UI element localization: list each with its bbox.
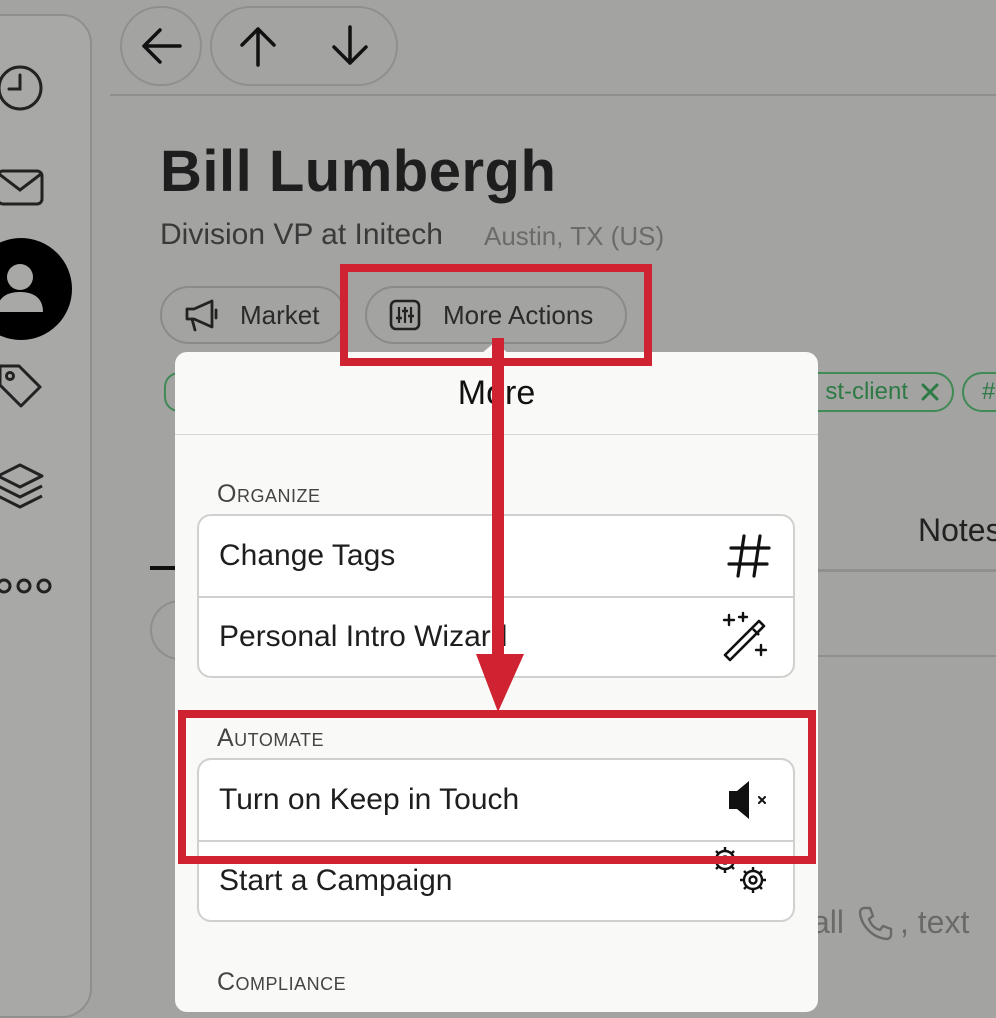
hash-icon bbox=[727, 533, 771, 579]
person-icon bbox=[0, 258, 52, 318]
record-navigation bbox=[210, 6, 398, 86]
start-campaign-label: Start a Campaign bbox=[219, 864, 453, 897]
tab-divider bbox=[800, 569, 996, 572]
contact-location: Austin, TX (US) bbox=[484, 221, 665, 251]
megaphone-icon bbox=[184, 298, 220, 332]
hint-text: , text bbox=[900, 904, 970, 940]
back-button[interactable] bbox=[120, 6, 202, 86]
tab-notes[interactable]: Notes bbox=[918, 512, 996, 549]
input-divider bbox=[800, 655, 996, 657]
magic-wand-icon bbox=[719, 611, 771, 663]
gears-icon bbox=[709, 847, 771, 896]
personal-intro-wizard-label: Personal Intro Wizard bbox=[219, 620, 508, 653]
market-label: Market bbox=[240, 299, 320, 330]
tag-chip[interactable]: # bbox=[962, 372, 996, 412]
header-divider bbox=[110, 94, 996, 96]
change-tags-label: Change Tags bbox=[219, 539, 396, 572]
arrow-down-icon[interactable] bbox=[330, 23, 370, 69]
phone-icon bbox=[856, 904, 894, 942]
contact-title: Division VP at Initech bbox=[160, 218, 443, 251]
tag-icon[interactable] bbox=[0, 356, 52, 416]
arrow-left-icon bbox=[138, 26, 184, 66]
layers-icon[interactable] bbox=[0, 456, 52, 516]
tag-label: st-client bbox=[825, 378, 908, 405]
close-icon[interactable] bbox=[920, 382, 940, 402]
clock-icon[interactable] bbox=[0, 58, 52, 118]
tag-label: # bbox=[982, 378, 996, 405]
mail-icon[interactable] bbox=[0, 158, 52, 218]
section-organize: Organize bbox=[217, 480, 321, 508]
annotation-highlight-automate bbox=[178, 710, 816, 864]
section-compliance: Compliance bbox=[217, 968, 347, 996]
more-dots-icon[interactable] bbox=[0, 556, 56, 616]
annotation-arrow bbox=[476, 338, 524, 712]
arrow-up-icon[interactable] bbox=[238, 23, 278, 69]
market-button[interactable]: Market bbox=[160, 286, 346, 344]
contact-name: Bill Lumbergh bbox=[160, 139, 557, 204]
